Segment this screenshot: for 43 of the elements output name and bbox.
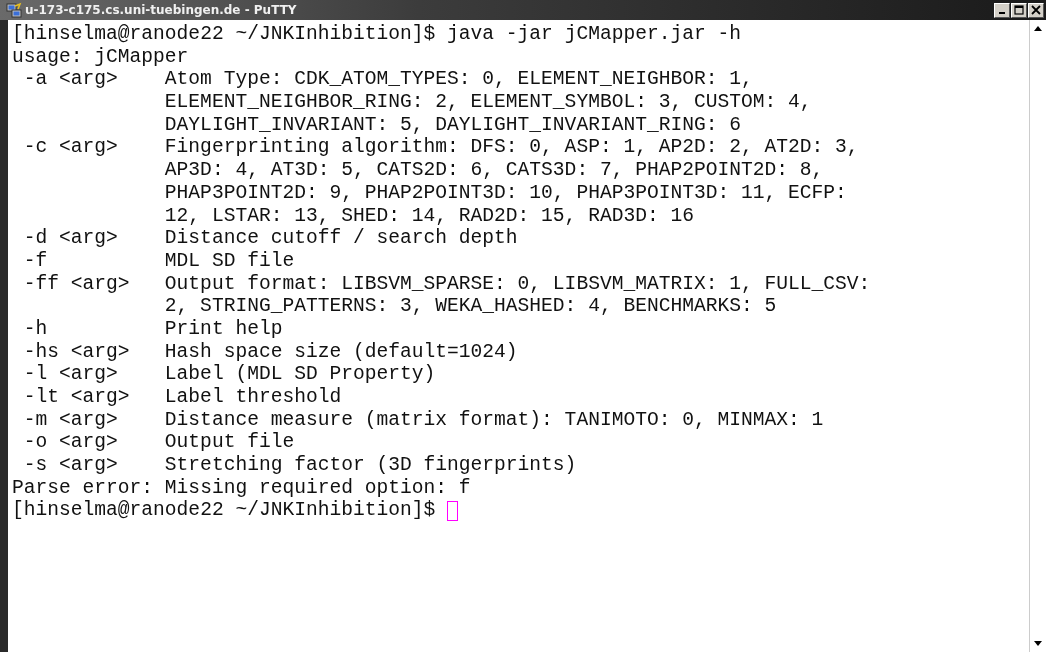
option-description: DAYLIGHT_INVARIANT: 5, DAYLIGHT_INVARIANT_RING: 6 [164, 113, 741, 137]
maximize-button[interactable] [1011, 2, 1027, 18]
option-description: Distance cutoff / search depth [164, 227, 518, 250]
output-line: usage: jCMapper [12, 45, 189, 69]
option-description: ELEMENT_NEIGHBOR_RING: 2, ELEMENT_SYMBOL: 3, CUSTOM: 4, [164, 91, 812, 114]
option-description: Label threshold [164, 386, 342, 409]
output-line: Parse error: Missing required option: f [12, 476, 471, 500]
option-description: Stretching factor (3D fingerprints) [164, 454, 577, 477]
option-name-label: -m <arg> [23, 408, 118, 431]
shell-prompt: [hinselma@ranode22 ~/JNKInhibition]$ [12, 499, 436, 523]
option-name-label: -f [23, 249, 48, 272]
option-name-label: -o <arg> [23, 431, 118, 454]
option-name-label: -d <arg> [23, 227, 118, 250]
option-name-label: -a <arg> [23, 68, 118, 91]
shell-prompt: [hinselma@ranode22 ~/JNKInhibition]$ java -jar jCMapper.jar -h [12, 23, 741, 46]
option-name-label: -ff <arg> [23, 272, 130, 295]
option-description: Atom Type: CDK_ATOM_TYPES: 0, ELEMENT_NEIGHBOR: 1, [164, 68, 753, 92]
option-name-label: -s <arg> [23, 454, 118, 477]
option-description: Output format: LIBSVM_SPARSE: 0, LIBSVM_MATRIX: 1, FULL_CSV: [164, 272, 871, 296]
option-description: Fingerprinting algorithm: DFS: 0, ASP: 1, AP2D: 2, AT2D: 3, [164, 136, 859, 160]
maximize-icon [1014, 5, 1024, 15]
option-description: Distance measure (matrix format): TANIMOTO: 0, MINMAX: 1 [164, 408, 824, 432]
close-button[interactable] [1028, 2, 1044, 18]
option-description: Output file [164, 431, 295, 455]
option-description: 2, STRING_PATTERNS: 3, WEKA_HASHED: 4, BENCHMARKS: 5 [164, 295, 777, 318]
option-name-label: -c <arg> [23, 136, 118, 159]
option-description: Print help [164, 317, 283, 341]
option-description: AP3D: 4, AT3D: 5, CATS2D: 6, CATS3D: 7, PHAP2POINT2D: 8, [164, 159, 824, 182]
window-title: u-173-c175.cs.uni-tuebingen.de - PuTTY [25, 3, 298, 17]
option-name-label: -l <arg> [23, 363, 118, 386]
option-description: Label (MDL SD Property) [164, 363, 436, 386]
option-name-label: -hs <arg> [23, 340, 130, 363]
minimize-button[interactable] [994, 2, 1010, 18]
option-description: 12, LSTAR: 13, SHED: 14, RAD2D: 15, RAD3D: 16 [164, 204, 694, 228]
scrollbar[interactable] [1029, 20, 1046, 652]
option-name-label: -lt <arg> [23, 386, 130, 408]
option-name-label: -h [23, 317, 48, 340]
computer-icon [6, 2, 22, 18]
option-description: MDL SD file [164, 249, 295, 273]
option-description: Hash space size (default=1024) [164, 340, 518, 364]
minimize-icon [999, 12, 1005, 14]
close-icon [1031, 5, 1041, 15]
option-description: PHAP3POINT2D: 9, PHAP2POINT3D: 10, PHAP3POINT3D: 11, ECFP: [164, 181, 847, 205]
